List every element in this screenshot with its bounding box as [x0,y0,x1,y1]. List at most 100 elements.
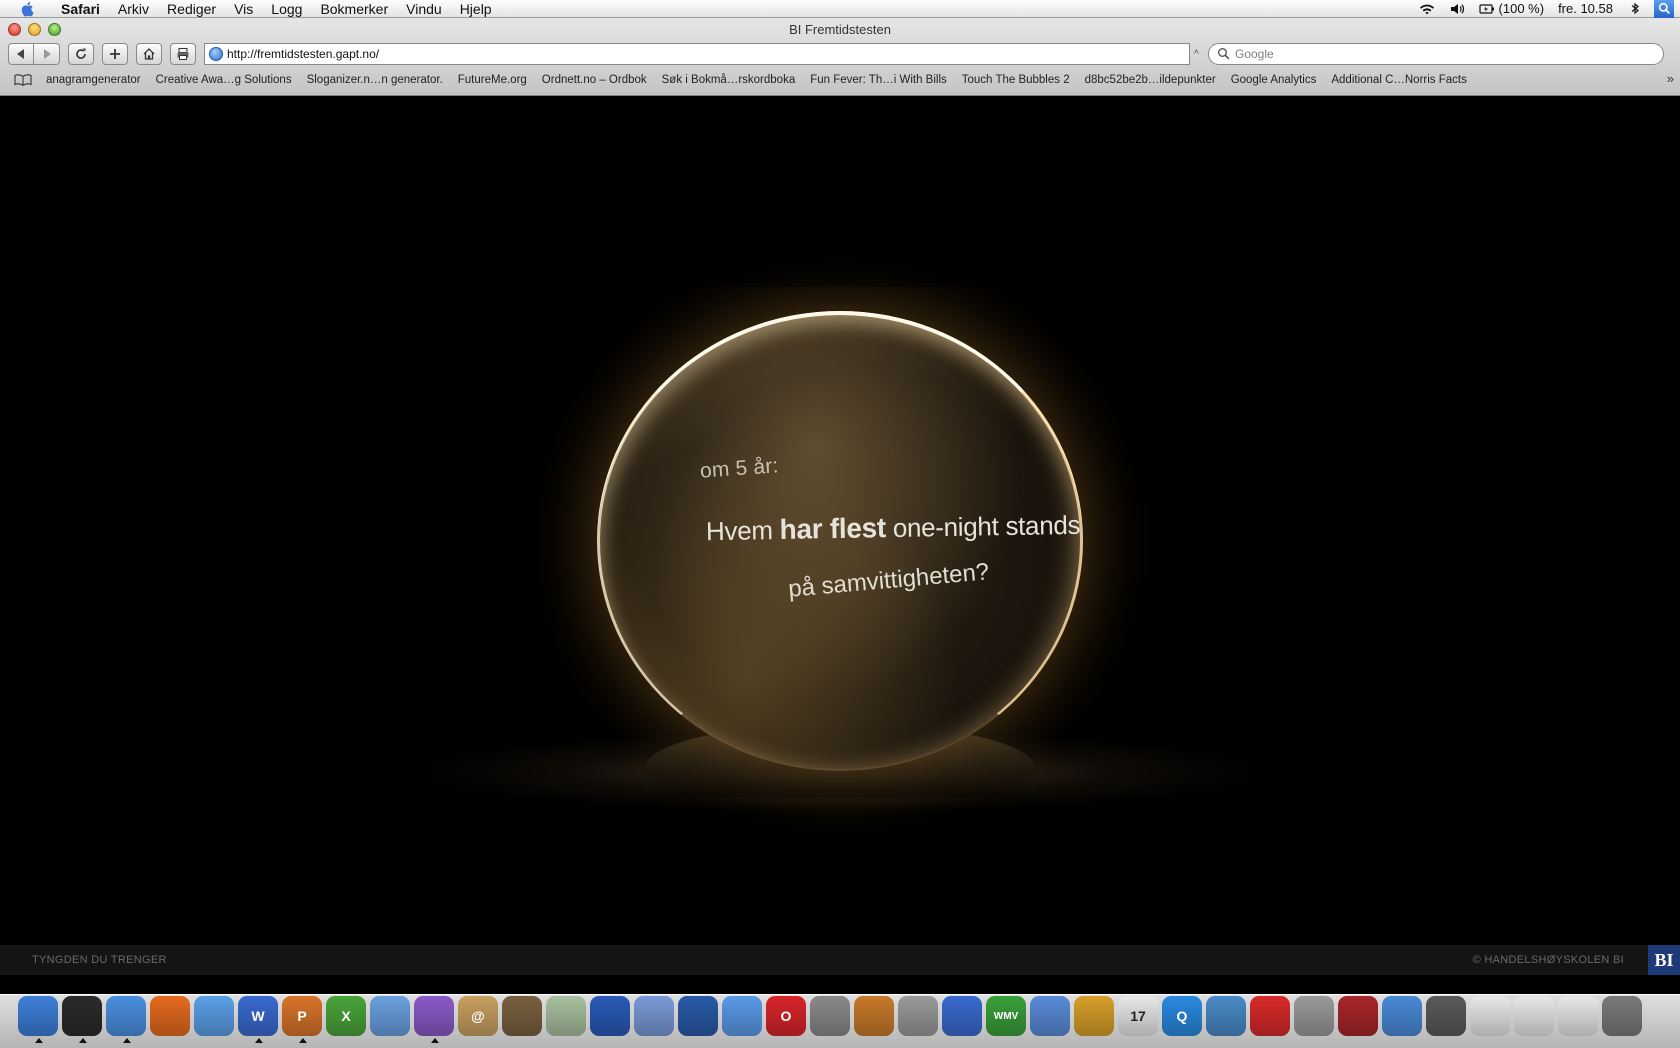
address-bar[interactable]: http://fremtidstesten.gapt.no/ [204,43,1190,65]
running-indicator [299,1038,307,1043]
bookmark-item[interactable]: Additional C…Norris Facts [1331,74,1466,86]
acrobat-icon[interactable] [1250,996,1290,1036]
garageband-icon[interactable] [854,996,894,1036]
browser-window-chrome: BI Fremtidstesten http://fremtidstesten.… [0,18,1680,96]
menu-vis[interactable]: Vis [225,0,262,18]
orb-question-emphasis: har flest [779,512,887,545]
spotlight-icon[interactable] [1654,0,1674,18]
forward-arrow-icon [43,49,51,59]
print-button[interactable] [170,43,196,65]
bookmark-item[interactable]: Fun Fever: Th…i With Bills [810,74,947,86]
iphoto-icon[interactable] [502,996,542,1036]
page-footer: TYNGDEN DU TRENGER © HANDELSHØYSKOLEN BI… [0,945,1680,975]
itunes-icon[interactable] [1030,996,1070,1036]
bookmark-item[interactable]: Touch The Bubbles 2 [962,74,1070,86]
volume-icon[interactable] [1442,2,1472,16]
safari-icon[interactable] [106,996,146,1043]
document-icon-2[interactable] [1514,996,1554,1036]
firefox-icon[interactable] [150,996,190,1036]
dock-icons: W P X @ O WMV 17 Q [18,996,1642,1043]
printer-icon[interactable] [1426,996,1466,1036]
window-title: BI Fremtidstesten [789,22,891,37]
network-icon[interactable] [370,996,410,1036]
cocktail-icon[interactable] [1074,996,1114,1036]
google-earth-icon[interactable] [678,996,718,1036]
bookmark-item[interactable]: Søk i Bokmå…rskordboka [662,74,796,86]
home-button[interactable] [136,43,162,65]
menu-app-safari[interactable]: Safari [52,0,109,18]
ichat-icon[interactable] [194,996,234,1036]
search-field[interactable]: Google [1208,43,1664,65]
address-book-icon[interactable]: @ [458,996,498,1036]
forward-button[interactable] [34,43,60,65]
menubar-clock[interactable]: fre. 10.58 [1551,1,1620,16]
word-icon[interactable]: W [238,996,278,1043]
feather-icon[interactable] [1206,996,1246,1036]
powerpoint-icon[interactable]: P [282,996,322,1043]
opera-icon[interactable]: O [766,996,806,1036]
flashcard-icon[interactable] [1338,996,1378,1036]
menu-rediger[interactable]: Rediger [158,0,225,18]
reload-icon [76,48,86,59]
imovie-icon[interactable] [590,996,630,1036]
show-all-bookmarks-icon[interactable] [14,74,34,86]
battery-percent: (100 %) [1498,1,1545,16]
wifi-icon[interactable] [1412,2,1442,16]
menu-extras: (100 %) fre. 10.58 [1412,0,1680,18]
ipod-icon[interactable] [634,996,674,1036]
running-indicator [79,1038,87,1043]
printer-icon [177,48,189,60]
site-globe-icon [209,47,223,61]
dashboard-icon[interactable] [62,996,102,1043]
quicktime-icon[interactable]: Q [1162,996,1202,1036]
wmv-icon[interactable]: WMV [986,996,1026,1036]
sync-icon[interactable] [810,996,850,1036]
bookmark-item[interactable]: anagramgenerator [46,74,141,86]
bookmark-item[interactable]: Sloganizer.n…n generator. [307,74,443,86]
bookmark-item[interactable]: Creative Awa…g Solutions [156,74,292,86]
wmv-label: WMV [993,1010,1019,1022]
bi-logo[interactable]: BI [1648,945,1680,975]
bookmark-item[interactable]: Google Analytics [1231,74,1317,86]
running-indicator [431,1038,439,1043]
finder-icon[interactable] [18,996,58,1043]
preferences-icon[interactable] [1294,996,1334,1036]
home-icon [143,48,155,60]
title-bar[interactable]: BI Fremtidstesten [0,18,1680,40]
keynote-icon[interactable] [942,996,982,1036]
ical-icon[interactable]: 17 [1118,996,1158,1036]
hand-icon[interactable] [546,996,586,1036]
document-icon-3[interactable] [1558,996,1598,1036]
bluetooth-icon[interactable] [1620,2,1650,16]
menu-bar: Safari Arkiv Rediger Vis Logg Bokmerker … [0,0,1680,18]
excel-label: X [341,1008,351,1024]
entourage-icon[interactable] [414,996,454,1043]
bookmarks-overflow-icon[interactable]: » [1667,71,1674,86]
browser-toolbar: http://fremtidstesten.gapt.no/ ^ Google [0,40,1680,68]
menu-hjelp[interactable]: Hjelp [451,0,501,18]
footer-slogan: TYNGDEN DU TRENGER [32,954,167,966]
ical-label: 17 [1130,1008,1146,1024]
bookmarks-bar: anagramgenerator Creative Awa…g Solution… [0,68,1680,92]
bookmark-item[interactable]: FutureMe.org [458,74,527,86]
photo-icon[interactable] [722,996,762,1036]
bookmark-item[interactable]: d8bc52be2b…ildepunkter [1085,74,1216,86]
running-indicator [35,1038,43,1043]
add-bookmark-button[interactable] [102,43,128,65]
reload-button[interactable] [68,43,94,65]
running-indicator [123,1038,131,1043]
bookmark-item[interactable]: Ordnett.no – Ordbok [542,74,647,86]
trash-icon[interactable] [1602,996,1642,1036]
back-button[interactable] [8,43,34,65]
menu-vindu[interactable]: Vindu [397,0,451,18]
apple-menu-icon[interactable] [18,1,38,17]
menu-arkiv[interactable]: Arkiv [109,0,158,18]
camera-icon[interactable] [898,996,938,1036]
messenger-icon[interactable] [1382,996,1422,1036]
battery-status[interactable]: (100 %) [1472,1,1552,16]
menu-logg[interactable]: Logg [262,0,311,18]
menu-bokmerker[interactable]: Bokmerker [311,0,397,18]
document-icon[interactable] [1470,996,1510,1036]
excel-icon[interactable]: X [326,996,366,1036]
web-page-content: om 5 år: Hvem har flest one-night stands… [0,97,1680,975]
